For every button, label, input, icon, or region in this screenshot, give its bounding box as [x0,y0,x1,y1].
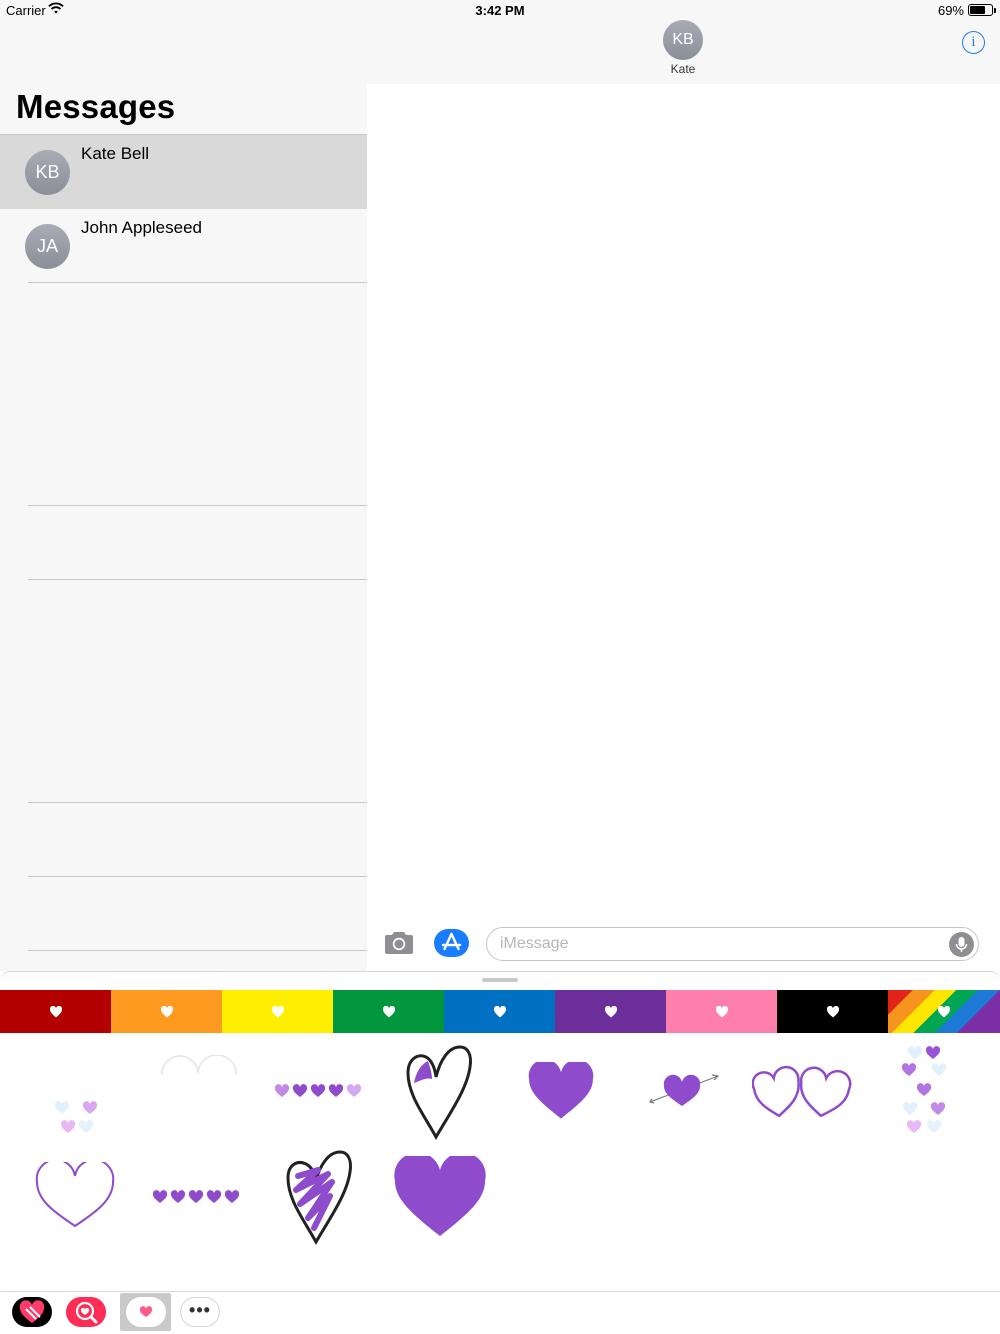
sticker-scribble-filled-heart[interactable] [282,1148,356,1246]
tab-purple[interactable] [555,990,666,1033]
sticker-two-linked-hearts[interactable] [752,1064,852,1120]
page-title: Messages [16,88,176,125]
conversation-row-john-appleseed[interactable]: JA John Appleseed [0,209,367,283]
divider [28,876,367,877]
sticker-heart-row-light[interactable] [274,1083,364,1099]
battery-percentage: 69% [937,3,964,18]
divider [28,505,367,506]
divider [28,579,367,580]
mic-icon[interactable] [949,932,974,957]
heart-icon [160,1005,173,1017]
heart-icon [604,1005,617,1017]
sticker-scattered-light-hearts[interactable] [48,1100,104,1136]
battery-icon [968,4,996,16]
sticker-heart-column[interactable] [898,1044,950,1136]
imessage-placeholder: iMessage [500,935,569,952]
tab-rainbow[interactable] [888,990,1000,1033]
info-icon[interactable]: i [962,31,985,54]
appstore-icon[interactable] [434,929,469,957]
conversation-name: John Appleseed [81,218,202,237]
sticker-scribble-heart-outline[interactable] [402,1043,476,1141]
divider [28,950,367,951]
heart-icon [382,1005,395,1017]
avatar: JA [25,224,70,269]
search-heart-app-icon[interactable] [66,1297,106,1327]
heart-app-icon[interactable] [12,1297,52,1327]
heart-icon [938,1005,950,1017]
conversation-row-kate-bell[interactable]: KB Kate Bell [0,135,367,209]
sticker-large-solid-heart[interactable] [390,1156,490,1238]
header-contact-name[interactable]: Kate [633,62,733,76]
color-tabs [0,990,1000,1033]
divider [28,802,367,803]
heart-icon [493,1005,506,1017]
camera-icon[interactable] [383,930,415,956]
tab-orange[interactable] [111,990,222,1033]
sticker-outline-purple-heart[interactable] [34,1162,116,1230]
clock: 3:42 PM [475,3,525,18]
more-apps-icon[interactable]: ••• [180,1297,220,1327]
header-avatar[interactable]: KB [663,20,703,60]
imessage-input[interactable]: iMessage [486,927,979,961]
heart-icon [826,1005,839,1017]
tab-black[interactable] [777,990,888,1033]
heart-icon [49,1005,62,1017]
tab-yellow[interactable] [222,990,333,1033]
tab-pink[interactable] [666,990,777,1033]
avatar: KB [25,150,70,195]
sticker-heart-row-dark[interactable] [152,1189,242,1205]
current-sticker-app[interactable] [126,1297,166,1327]
sticker-heart-with-arrow[interactable] [648,1072,720,1108]
drawer-grabber[interactable] [482,978,518,982]
tab-red[interactable] [0,990,111,1033]
tab-blue[interactable] [444,990,555,1033]
tab-green[interactable] [333,990,444,1033]
heart-icon [715,1005,728,1017]
heart-icon [271,1005,284,1017]
status-bar: Carrier 3:42 PM 69% [0,0,1000,22]
conversation-name: Kate Bell [81,144,150,163]
divider [28,282,367,283]
sticker-solid-purple-heart[interactable] [526,1062,596,1120]
sticker-outline-arcs[interactable] [158,1055,240,1079]
